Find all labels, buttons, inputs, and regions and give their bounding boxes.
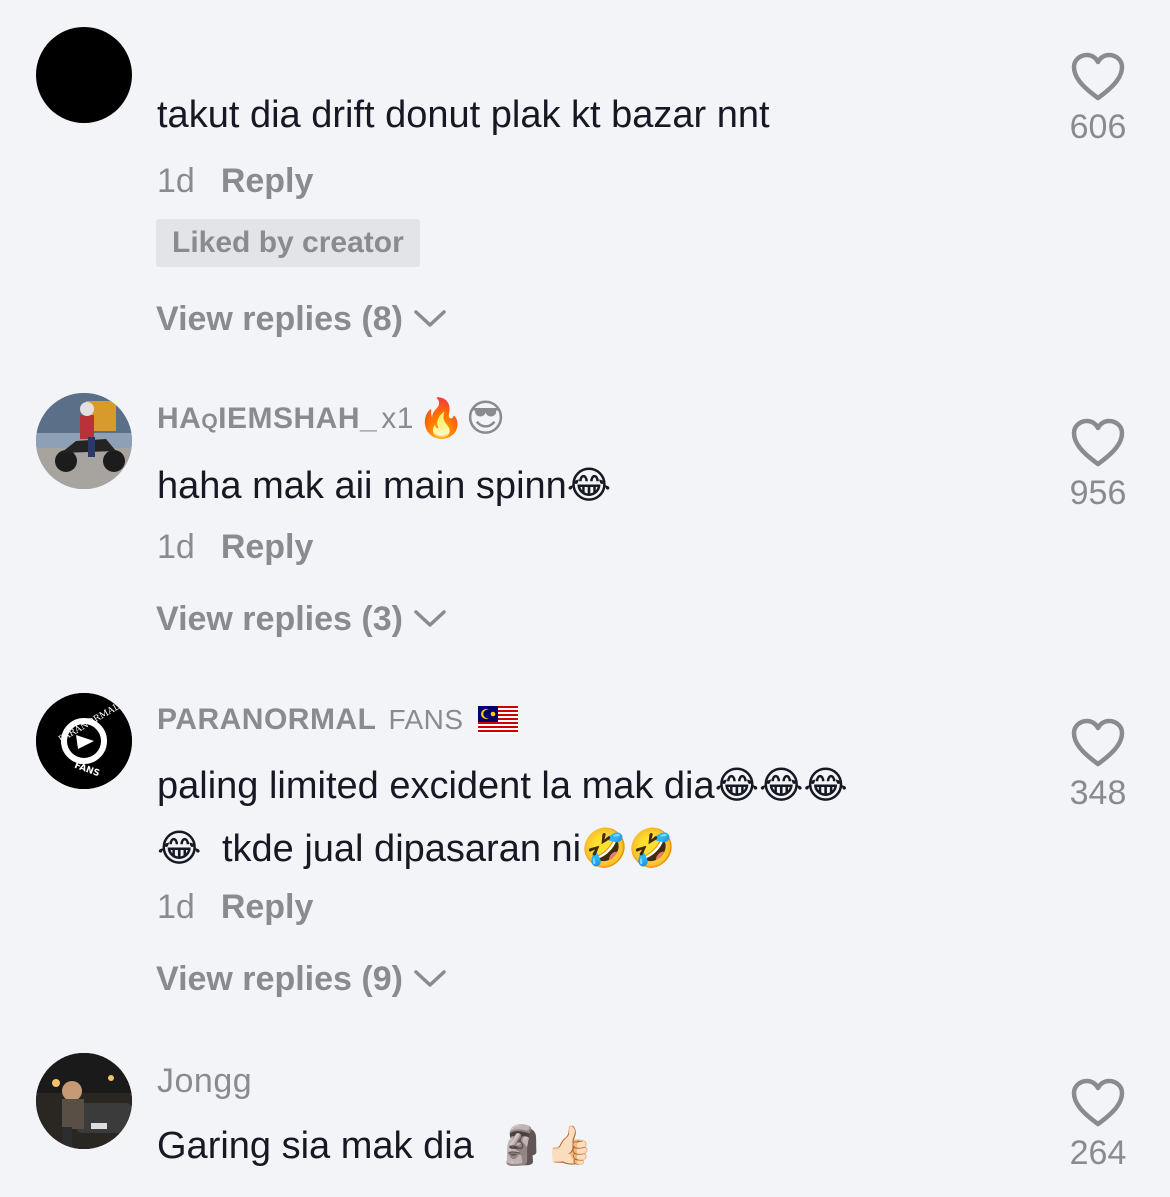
reply-button[interactable]: Reply: [221, 888, 314, 927]
username[interactable]: Jongg: [157, 1062, 252, 1101]
liked-by-creator-badge: Liked by creator: [156, 219, 420, 267]
chevron-down-icon: [413, 600, 447, 639]
comment-text-body: Garing sia mak dia: [157, 1125, 474, 1167]
comment-meta: 1d Reply: [157, 162, 313, 201]
chevron-down-icon: [413, 300, 447, 339]
comment-text-line-2: 😂 tkde jual dipasaran ni🤣🤣: [157, 817, 1017, 880]
chevron-down-icon: [413, 960, 447, 999]
timestamp: 1d: [157, 528, 195, 566]
comment-text-body: paling limited excident la mak dia: [157, 765, 715, 807]
comment-text-body: haha mak aii main spinn: [157, 465, 567, 507]
username[interactable]: PARANORMAL FANS: [157, 703, 518, 737]
comment-text: paling limited excident la mak dia😂😂😂 😂 …: [157, 754, 1017, 880]
timestamp: 1d: [157, 162, 195, 200]
username-emojis: 🔥😎: [417, 396, 506, 440]
view-replies-label: View replies (3): [156, 600, 403, 638]
timestamp: 1d: [157, 888, 195, 926]
comment-meta: 1d Reply: [157, 888, 313, 927]
view-replies-label: View replies (8): [156, 300, 403, 338]
avatar[interactable]: [36, 1053, 132, 1149]
avatar[interactable]: [36, 393, 132, 489]
heart-outline-icon: [1060, 718, 1136, 768]
like-count: 606: [1069, 108, 1127, 146]
username-text: Jongg: [157, 1062, 253, 1100]
like-count: 264: [1069, 1134, 1127, 1172]
like-button[interactable]: 348: [1060, 718, 1136, 813]
avatar[interactable]: PARANORMAL FANS: [36, 693, 132, 789]
username[interactable]: HAqIEMSHAH_ x1 🔥😎: [157, 396, 506, 441]
laughing-emoji: 😂: [566, 463, 612, 507]
avatar-image: [36, 1053, 132, 1149]
view-replies-label: View replies (9): [156, 960, 403, 998]
username-caps: PARANORMAL: [157, 703, 377, 736]
view-replies-button[interactable]: View replies (3): [156, 600, 447, 639]
reply-button[interactable]: Reply: [221, 528, 314, 567]
rofl-emojis: 🤣🤣: [581, 826, 676, 870]
comment-text-body-2: tkde jual dipasaran ni: [221, 828, 582, 870]
heart-outline-icon: [1060, 418, 1136, 468]
like-count: 348: [1069, 774, 1127, 812]
like-button[interactable]: 606: [1060, 52, 1136, 147]
avatar[interactable]: [36, 27, 132, 123]
comment-text: takut dia drift donut plak kt bazar nnt: [157, 94, 770, 136]
comment-text-line-1: paling limited excident la mak dia😂😂😂: [157, 754, 1017, 817]
like-button[interactable]: 956: [1060, 418, 1136, 513]
laughing-emoji: 😂: [157, 826, 202, 870]
reply-button[interactable]: Reply: [221, 162, 314, 201]
heart-outline-icon: [1060, 1078, 1136, 1128]
comment-meta: 1d Reply: [157, 528, 313, 567]
username-suffix: FANS: [388, 704, 464, 735]
malaysia-flag-icon: [477, 706, 518, 734]
view-replies-button[interactable]: View replies (8): [156, 300, 447, 339]
like-count: 956: [1069, 474, 1127, 512]
like-button[interactable]: 264: [1060, 1078, 1136, 1173]
username-suffix: x1: [381, 401, 414, 435]
avatar-image: [36, 393, 132, 489]
laughing-emojis: 😂😂😂: [714, 763, 848, 807]
username-caps: HAqIEMSHAH_: [157, 401, 378, 435]
comment-text: haha mak aii main spinn😂: [157, 454, 1017, 517]
comment-text: Garing sia mak dia 🗿👍🏻: [157, 1114, 1017, 1177]
view-replies-button[interactable]: View replies (9): [156, 960, 447, 999]
avatar-image: PARANORMAL FANS: [36, 693, 132, 789]
moai-thumbsup-emojis: 🗿👍🏻: [498, 1123, 594, 1167]
heart-outline-icon: [1060, 52, 1136, 102]
